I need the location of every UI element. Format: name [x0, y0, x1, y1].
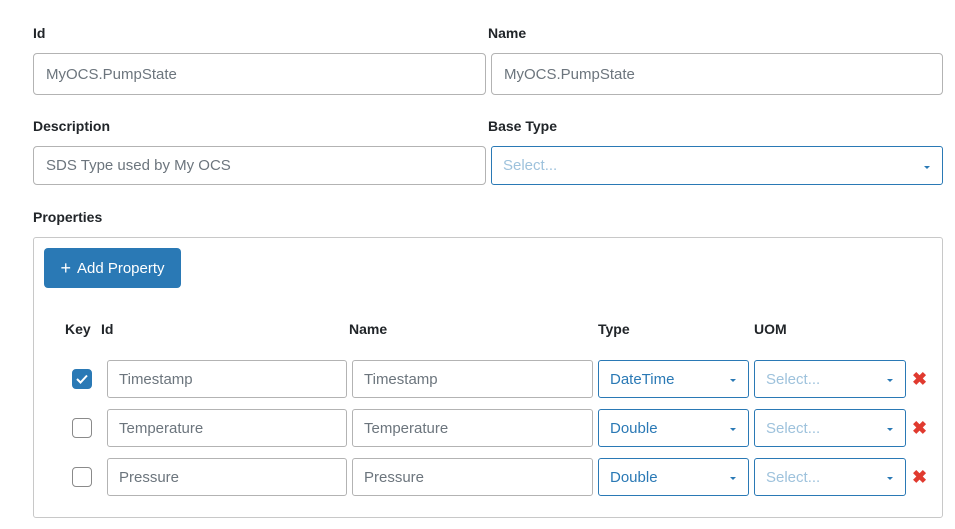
- column-header-uom: UOM: [754, 321, 787, 337]
- property-uom-select[interactable]: Select...: [754, 409, 906, 447]
- name-input[interactable]: MyOCS.PumpState: [491, 53, 943, 95]
- delete-icon[interactable]: ✖: [912, 468, 927, 486]
- delete-icon[interactable]: ✖: [912, 370, 927, 388]
- properties-label: Properties: [33, 209, 103, 225]
- plus-icon: +: [60, 258, 71, 278]
- delete-icon[interactable]: ✖: [912, 419, 927, 437]
- name-input-value: MyOCS.PumpState: [504, 65, 635, 83]
- property-id-input[interactable]: Pressure: [107, 458, 347, 496]
- description-input-value: SDS Type used by My OCS: [46, 157, 231, 174]
- property-type-value: Double: [610, 419, 658, 437]
- base-type-placeholder: Select...: [503, 157, 558, 174]
- property-type-select[interactable]: Double: [598, 409, 749, 447]
- property-uom-placeholder: Select...: [766, 370, 821, 388]
- property-type-select[interactable]: Double: [598, 458, 749, 496]
- property-id-value: Pressure: [119, 468, 180, 486]
- property-name-input[interactable]: Timestamp: [352, 360, 593, 398]
- property-id-input[interactable]: Temperature: [107, 409, 347, 447]
- id-input-value: MyOCS.PumpState: [46, 65, 177, 83]
- description-input[interactable]: SDS Type used by My OCS: [33, 146, 486, 185]
- property-type-value: Double: [610, 468, 658, 486]
- chevron-down-icon: [730, 379, 736, 382]
- property-id-value: Timestamp: [119, 370, 193, 388]
- column-header-id: Id: [101, 321, 114, 337]
- base-type-select[interactable]: Select...: [491, 146, 943, 185]
- column-header-type: Type: [598, 321, 630, 337]
- add-property-label: Add Property: [76, 259, 165, 277]
- property-uom-select[interactable]: Select...: [754, 458, 906, 496]
- checkmark-icon: [76, 374, 88, 384]
- property-uom-select[interactable]: Select...: [754, 360, 906, 398]
- property-id-input[interactable]: Timestamp: [107, 360, 347, 398]
- add-property-button[interactable]: + Add Property: [44, 248, 181, 288]
- chevron-down-icon: [887, 477, 893, 480]
- property-name-input[interactable]: Pressure: [352, 458, 593, 496]
- key-checkbox[interactable]: [72, 369, 92, 389]
- description-label: Description: [33, 118, 111, 134]
- id-label: Id: [33, 25, 46, 41]
- chevron-down-icon: [924, 165, 930, 169]
- property-name-value: Pressure: [364, 468, 425, 486]
- chevron-down-icon: [887, 379, 893, 382]
- key-checkbox[interactable]: [72, 418, 92, 438]
- property-type-select[interactable]: DateTime: [598, 360, 749, 398]
- chevron-down-icon: [730, 477, 736, 480]
- property-name-value: Timestamp: [364, 370, 438, 388]
- property-name-value: Temperature: [364, 419, 449, 437]
- property-id-value: Temperature: [119, 419, 204, 437]
- id-input[interactable]: MyOCS.PumpState: [33, 53, 486, 95]
- key-checkbox[interactable]: [72, 467, 92, 487]
- property-type-value: DateTime: [610, 370, 675, 388]
- name-label: Name: [488, 25, 527, 41]
- chevron-down-icon: [887, 428, 893, 431]
- property-uom-placeholder: Select...: [766, 419, 821, 437]
- base-type-label: Base Type: [488, 118, 557, 134]
- property-name-input[interactable]: Temperature: [352, 409, 593, 447]
- chevron-down-icon: [730, 428, 736, 431]
- column-header-name: Name: [349, 321, 388, 337]
- column-header-key: Key: [65, 321, 91, 337]
- property-uom-placeholder: Select...: [766, 468, 821, 486]
